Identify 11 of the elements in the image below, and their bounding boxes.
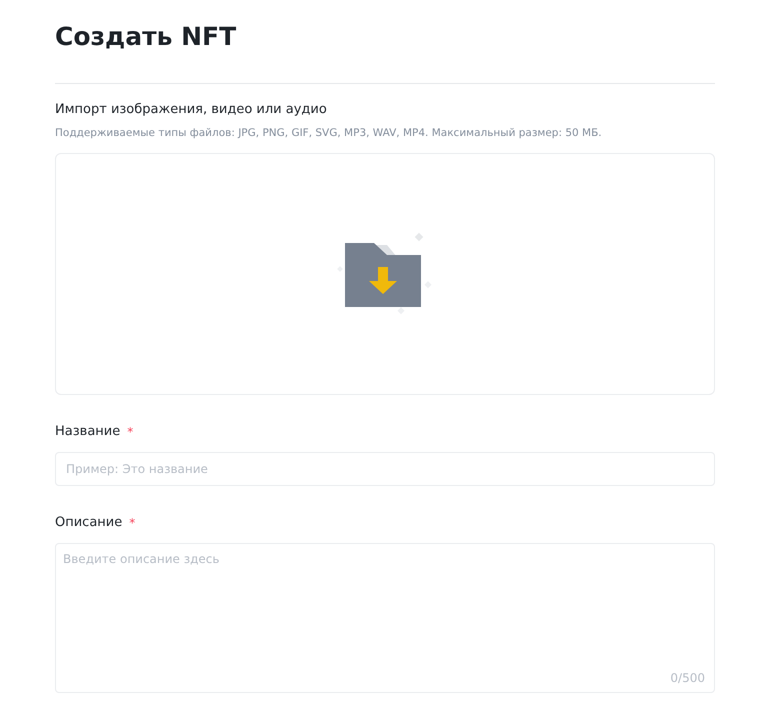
character-counter: 0/500	[670, 670, 705, 687]
upload-label: Импорт изображения, видео или аудио	[55, 101, 327, 119]
page-title: Создать NFT	[55, 21, 236, 53]
upload-dropzone[interactable]	[55, 153, 715, 395]
field-label: Название	[55, 423, 120, 442]
folder-download-icon	[337, 231, 433, 317]
required-asterisk: *	[129, 515, 136, 532]
field-label: Описание	[55, 514, 122, 532]
name-field[interactable]: Пример: Это название	[55, 452, 715, 486]
upload-hint: Поддерживаемые типы файлов: JPG, PNG, GIF, SVG, MP3, WAV, MP4. Максимальный размер: 50 МБ.	[55, 126, 602, 141]
required-asterisk: *	[127, 424, 134, 441]
